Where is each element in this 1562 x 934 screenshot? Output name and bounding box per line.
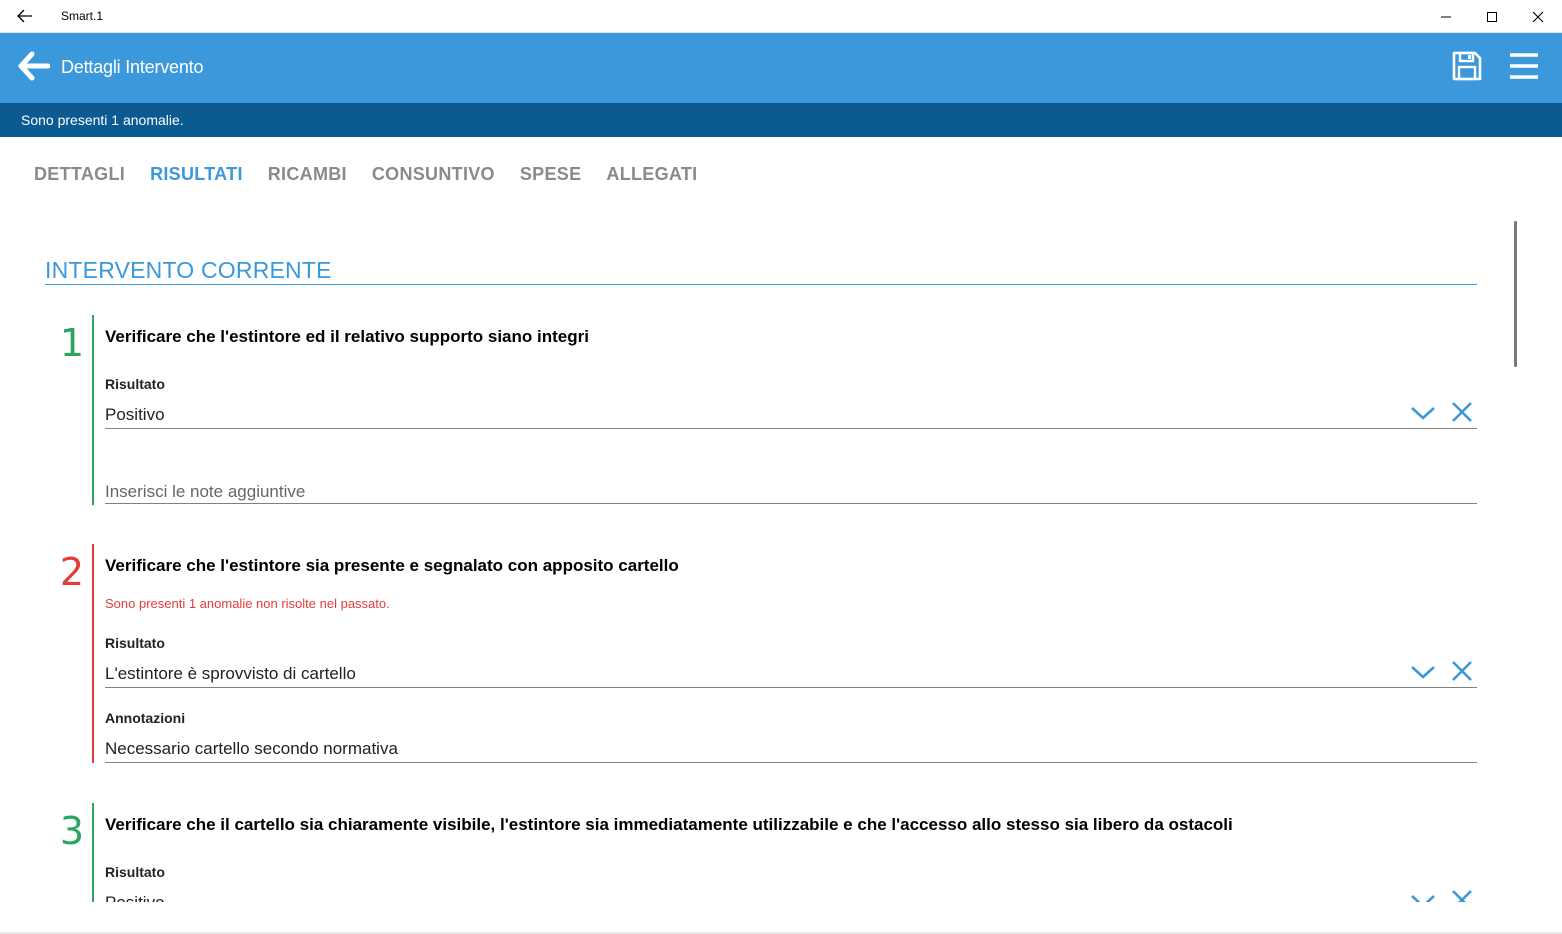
hamburger-menu-icon (1510, 53, 1538, 79)
close-icon (1532, 11, 1544, 22)
result-underline (105, 687, 1477, 688)
notes-label: Annotazioni (105, 710, 186, 726)
minimize-icon (1441, 16, 1451, 17)
check-item-3: 3 Verificare che il cartello sia chiaram… (55, 803, 1477, 902)
result-select[interactable]: Positivo (105, 405, 165, 425)
save-button[interactable] (1452, 51, 1486, 83)
page-title: Dettagli Intervento (61, 57, 204, 77)
check-item-2: 2 Verificare che l'estintore sia present… (55, 544, 1477, 764)
results-list: 1 Verificare che l'estintore ed il relat… (0, 137, 1562, 902)
check-item-1: 1 Verificare che l'estintore ed il relat… (55, 315, 1477, 505)
chevron-down-icon[interactable] (1410, 893, 1436, 902)
minimize-button[interactable] (1423, 0, 1469, 33)
result-label: Risultato (105, 864, 165, 880)
check-item-number: 3 (59, 809, 85, 853)
clear-result-icon[interactable] (1451, 401, 1473, 423)
check-question: Verificare che l'estintore ed il relativ… (105, 327, 589, 346)
arrow-left-icon (17, 9, 32, 23)
close-window-button[interactable] (1515, 0, 1561, 33)
status-bar-ok (92, 803, 94, 902)
window-title-bar: Smart.1 (0, 0, 1562, 33)
maximize-button[interactable] (1469, 0, 1515, 33)
arrow-left-bold-icon (18, 51, 51, 81)
clear-result-icon[interactable] (1451, 889, 1473, 902)
result-select[interactable]: Positivo (105, 893, 165, 902)
status-bar-anomaly (92, 544, 94, 763)
chevron-down-icon[interactable] (1410, 664, 1436, 680)
notes-underline (105, 762, 1477, 763)
notes-underline (105, 503, 1477, 504)
result-select[interactable]: L'estintore è sprovvisto di cartello (105, 664, 356, 684)
menu-button[interactable] (1508, 51, 1544, 83)
window-title: Smart.1 (61, 9, 104, 23)
result-label: Risultato (105, 635, 165, 651)
anomaly-banner: Sono presenti 1 anomalie. (0, 103, 1562, 137)
check-item-number: 2 (59, 550, 85, 594)
anomaly-warning: Sono presenti 1 anomalie non risolte nel… (105, 596, 390, 611)
notes-input[interactable]: Inserisci le note aggiuntive (105, 482, 305, 502)
result-underline (105, 428, 1477, 429)
check-question: Verificare che l'estintore sia presente … (105, 556, 679, 575)
status-bar-ok (92, 315, 94, 505)
anomaly-banner-text: Sono presenti 1 anomalie. (21, 112, 184, 128)
window-back-button[interactable] (10, 4, 40, 28)
app-header: Dettagli Intervento (0, 33, 1562, 103)
check-question: Verificare che il cartello sia chiaramen… (105, 815, 1233, 834)
back-button[interactable] (18, 51, 54, 83)
clear-result-icon[interactable] (1451, 660, 1473, 682)
maximize-icon (1487, 11, 1497, 22)
result-label: Risultato (105, 376, 165, 392)
check-item-number: 1 (59, 321, 85, 365)
chevron-down-icon[interactable] (1410, 405, 1436, 421)
notes-input[interactable]: Necessario cartello secondo normativa (105, 739, 398, 759)
floppy-disk-icon (1452, 51, 1482, 81)
